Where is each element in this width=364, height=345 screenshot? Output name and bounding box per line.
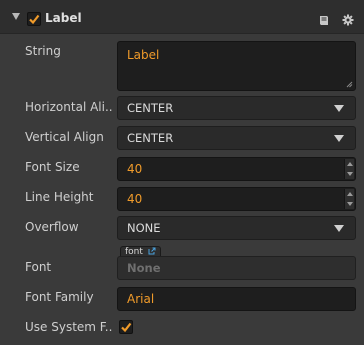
use-system-font-label: Use System F... — [25, 320, 113, 334]
font-family-input[interactable]: Arial — [117, 287, 356, 311]
string-value: Label — [127, 48, 160, 62]
font-family-value: Arial — [127, 292, 155, 306]
vertical-align-select[interactable]: CENTER — [117, 126, 356, 150]
line-height-stepper[interactable] — [344, 189, 354, 209]
horizontal-align-select[interactable]: CENTER — [117, 96, 356, 120]
font-size-stepper[interactable] — [344, 159, 354, 179]
component-header[interactable]: Label — [0, 0, 364, 34]
font-size-input[interactable]: 40 — [117, 157, 356, 181]
dropdown-caret-icon — [334, 135, 344, 142]
checkmark-icon — [121, 322, 132, 333]
horizontal-align-label: Horizontal Ali... — [25, 100, 113, 114]
font-family-label: Font Family — [25, 290, 94, 304]
stepper-down-icon[interactable] — [347, 172, 353, 176]
font-asset-value: None — [127, 261, 161, 275]
resize-grip-icon[interactable] — [346, 81, 353, 88]
stepper-down-icon[interactable] — [347, 202, 353, 206]
font-size-value: 40 — [127, 162, 143, 176]
string-textarea[interactable]: Label — [117, 41, 356, 91]
book-icon[interactable] — [318, 14, 330, 26]
font-size-label: Font Size — [25, 160, 80, 174]
font-label: Font — [25, 260, 52, 274]
use-system-font-checkbox[interactable] — [119, 320, 133, 334]
line-height-value: 40 — [127, 192, 143, 206]
component-title: Label — [45, 11, 82, 25]
dropdown-caret-icon — [334, 225, 344, 232]
external-link-icon[interactable] — [148, 247, 156, 255]
string-label: String — [25, 44, 61, 58]
horizontal-align-value: CENTER — [127, 101, 174, 115]
checkmark-icon — [29, 14, 40, 25]
line-height-input[interactable]: 40 — [117, 187, 356, 211]
stepper-up-icon[interactable] — [347, 162, 353, 166]
overflow-value: NONE — [127, 221, 161, 235]
overflow-label: Overflow — [25, 220, 79, 234]
font-asset-field[interactable]: None — [117, 256, 356, 280]
gear-icon[interactable] — [342, 14, 354, 26]
vertical-align-label: Vertical Align — [25, 130, 104, 144]
vertical-align-value: CENTER — [127, 131, 174, 145]
stepper-up-icon[interactable] — [347, 192, 353, 196]
component-enabled-checkbox[interactable] — [27, 12, 41, 26]
collapse-arrow-icon[interactable] — [12, 13, 20, 20]
overflow-select[interactable]: NONE — [117, 216, 356, 240]
line-height-label: Line Height — [25, 190, 94, 204]
inspector-panel: Label String Label Horizontal Ali... CEN… — [0, 0, 364, 345]
dropdown-caret-icon — [334, 105, 344, 112]
